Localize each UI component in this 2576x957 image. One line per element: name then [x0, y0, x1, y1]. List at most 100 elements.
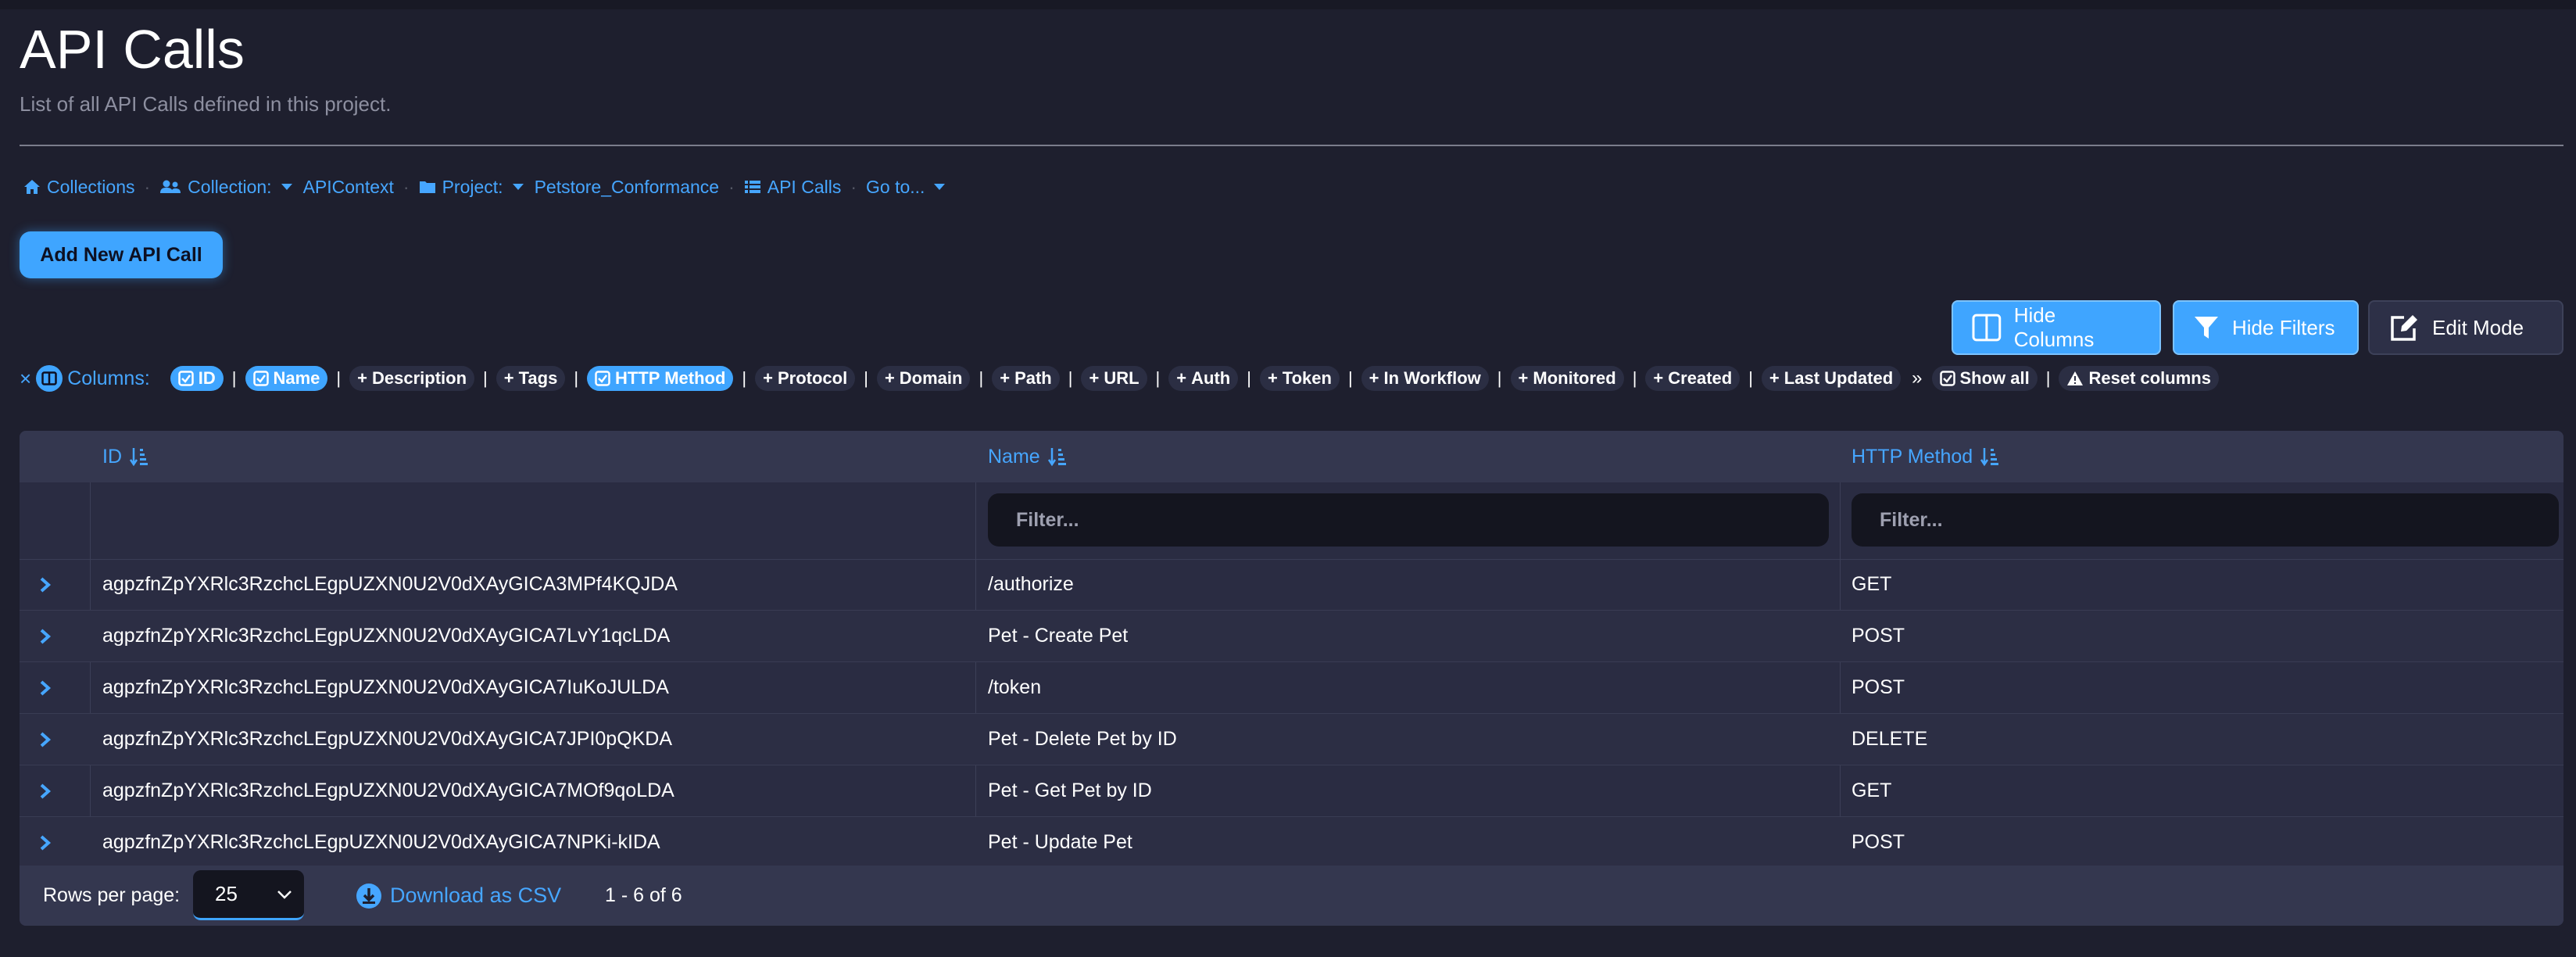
chevron-right-icon[interactable]	[35, 765, 55, 816]
breadcrumb-project-name: Petstore_Conformance	[534, 176, 720, 197]
column-chip-protocol[interactable]: + Protocol	[755, 366, 856, 391]
cell-method: POST	[1852, 676, 1905, 698]
plus-icon: +	[1089, 368, 1100, 388]
double-chevron-icon: »	[1912, 367, 1923, 389]
cell-method: POST	[1852, 831, 1905, 853]
column-chip-label: Last Updated	[1784, 368, 1894, 388]
sort-icon	[1047, 448, 1066, 467]
column-chip-domain[interactable]: + Domain	[876, 366, 971, 391]
chip-separator: |	[979, 368, 984, 388]
column-chip-token[interactable]: + Token	[1259, 366, 1340, 391]
breadcrumb-api-calls-label: API Calls	[767, 176, 842, 197]
column-chip-label: Path	[1014, 368, 1052, 388]
cell-name: Pet - Create Pet	[988, 625, 1129, 647]
chevron-right-icon[interactable]	[35, 817, 55, 868]
column-chip-created[interactable]: + Created	[1645, 366, 1741, 391]
plus-icon: +	[1769, 368, 1780, 388]
column-chip-monitored[interactable]: + Monitored	[1510, 366, 1624, 391]
check-square-icon	[1939, 371, 1955, 386]
column-chip-label: Tags	[518, 368, 558, 388]
header-label: HTTP Method	[1852, 445, 1973, 468]
column-chip-name[interactable]: Name	[245, 366, 328, 391]
edit-mode-button[interactable]: Edit Mode	[2368, 300, 2563, 355]
api-calls-table: ID Name HTTP Method agpzfnZpYXRlc3RzchcL…	[20, 431, 2563, 926]
table-row[interactable]: agpzfnZpYXRlc3RzchcLEgpUZXN0U2V0dXAyGICA…	[20, 662, 2563, 714]
hide-columns-button[interactable]: Hide Columns	[1952, 300, 2161, 355]
column-chip-label: Protocol	[777, 368, 848, 388]
table-row[interactable]: agpzfnZpYXRlc3RzchcLEgpUZXN0U2V0dXAyGICA…	[20, 559, 2563, 611]
sort-icon	[130, 448, 148, 467]
breadcrumb-project-label: Project:	[442, 176, 503, 197]
cell-id: agpzfnZpYXRlc3RzchcLEgpUZXN0U2V0dXAyGICA…	[102, 676, 669, 698]
column-chip-tags[interactable]: + Tags	[496, 366, 566, 391]
chip-separator: |	[483, 368, 488, 388]
cell-name: Pet - Delete Pet by ID	[988, 728, 1177, 750]
rows-per-page-select[interactable]: 25	[193, 870, 304, 920]
table-row[interactable]: agpzfnZpYXRlc3RzchcLEgpUZXN0U2V0dXAyGICA…	[20, 765, 2563, 817]
chip-separator: |	[574, 368, 579, 388]
sort-icon	[1980, 448, 1999, 467]
plus-icon: +	[1368, 368, 1379, 388]
plus-icon: +	[1176, 368, 1187, 388]
column-chip-auth[interactable]: + Auth	[1168, 366, 1239, 391]
breadcrumb-api-calls[interactable]: API Calls	[744, 176, 842, 198]
cell-method: POST	[1852, 625, 1905, 647]
breadcrumb-goto-dropdown[interactable]: Go to...	[866, 177, 946, 198]
warning-icon	[2067, 371, 2084, 385]
breadcrumb-collection-dropdown[interactable]: Collection:	[159, 177, 292, 198]
column-chip-in-workflow[interactable]: + In Workflow	[1361, 366, 1489, 391]
page: API Calls List of all API Calls defined …	[0, 0, 2576, 957]
divider	[20, 145, 2563, 146]
name-filter-input[interactable]	[988, 493, 1829, 547]
caret-down-icon	[512, 184, 524, 190]
columns-toggle-icon	[36, 365, 63, 392]
chip-separator: |	[1632, 368, 1637, 388]
column-chip-description[interactable]: + Description	[349, 366, 475, 391]
show-all-columns-button[interactable]: Show all	[1931, 366, 2038, 391]
chevron-right-icon[interactable]	[35, 662, 55, 713]
column-chip-label: Monitored	[1533, 368, 1616, 388]
column-chip-id[interactable]: ID	[170, 366, 224, 391]
header-id[interactable]: ID	[102, 431, 148, 482]
column-chip-path[interactable]: + Path	[992, 366, 1060, 391]
reset-columns-label: Reset columns	[2088, 368, 2211, 388]
chevron-right-icon[interactable]	[35, 559, 55, 610]
table-row[interactable]: agpzfnZpYXRlc3RzchcLEgpUZXN0U2V0dXAyGICA…	[20, 611, 2563, 662]
breadcrumb-project-dropdown[interactable]: Project:	[419, 177, 524, 198]
breadcrumb-project-value[interactable]: Petstore_Conformance	[535, 177, 720, 198]
header-name[interactable]: Name	[988, 431, 1067, 482]
breadcrumb-collection-label: Collection:	[188, 176, 272, 197]
header-http-method[interactable]: HTTP Method	[1852, 431, 1999, 482]
breadcrumb-collection-value[interactable]: APIContext	[303, 177, 394, 198]
chip-separator: |	[1748, 368, 1753, 388]
cell-method: GET	[1852, 780, 1892, 801]
caret-down-icon	[934, 184, 946, 190]
list-icon	[744, 181, 760, 193]
http-method-filter-input[interactable]	[1852, 493, 2559, 547]
hide-filters-button[interactable]: Hide Filters	[2173, 300, 2359, 355]
column-chip-url[interactable]: + URL	[1081, 366, 1147, 391]
add-new-api-call-button[interactable]: Add New API Call	[20, 231, 223, 278]
folder-icon	[419, 181, 435, 193]
chip-separator: |	[1497, 368, 1502, 388]
table-row[interactable]: agpzfnZpYXRlc3RzchcLEgpUZXN0U2V0dXAyGICA…	[20, 817, 2563, 868]
page-title: API Calls	[20, 19, 245, 80]
edit-mode-label: Edit Mode	[2432, 315, 2524, 339]
chevron-right-icon[interactable]	[35, 611, 55, 661]
plus-icon: +	[763, 368, 773, 388]
chip-separator: |	[742, 368, 747, 388]
pagination-range: 1 - 6 of 6	[605, 884, 682, 906]
table-row[interactable]: agpzfnZpYXRlc3RzchcLEgpUZXN0U2V0dXAyGICA…	[20, 714, 2563, 765]
column-chip-last-updated[interactable]: + Last Updated	[1761, 366, 1902, 391]
download-csv-link[interactable]: Download as CSV	[356, 866, 561, 926]
chip-separator: |	[2045, 368, 2051, 388]
rows-per-page-label: Rows per page:	[43, 884, 181, 906]
column-chip-http-method[interactable]: HTTP Method	[587, 366, 734, 391]
caret-down-icon	[281, 184, 292, 190]
close-icon[interactable]: ×	[20, 367, 31, 391]
chevron-right-icon[interactable]	[35, 714, 55, 765]
plus-icon: +	[1518, 368, 1529, 388]
column-chip-label: Domain	[899, 368, 963, 388]
reset-columns-button[interactable]: Reset columns	[2059, 366, 2219, 391]
breadcrumb-collections[interactable]: Collections	[23, 177, 135, 198]
